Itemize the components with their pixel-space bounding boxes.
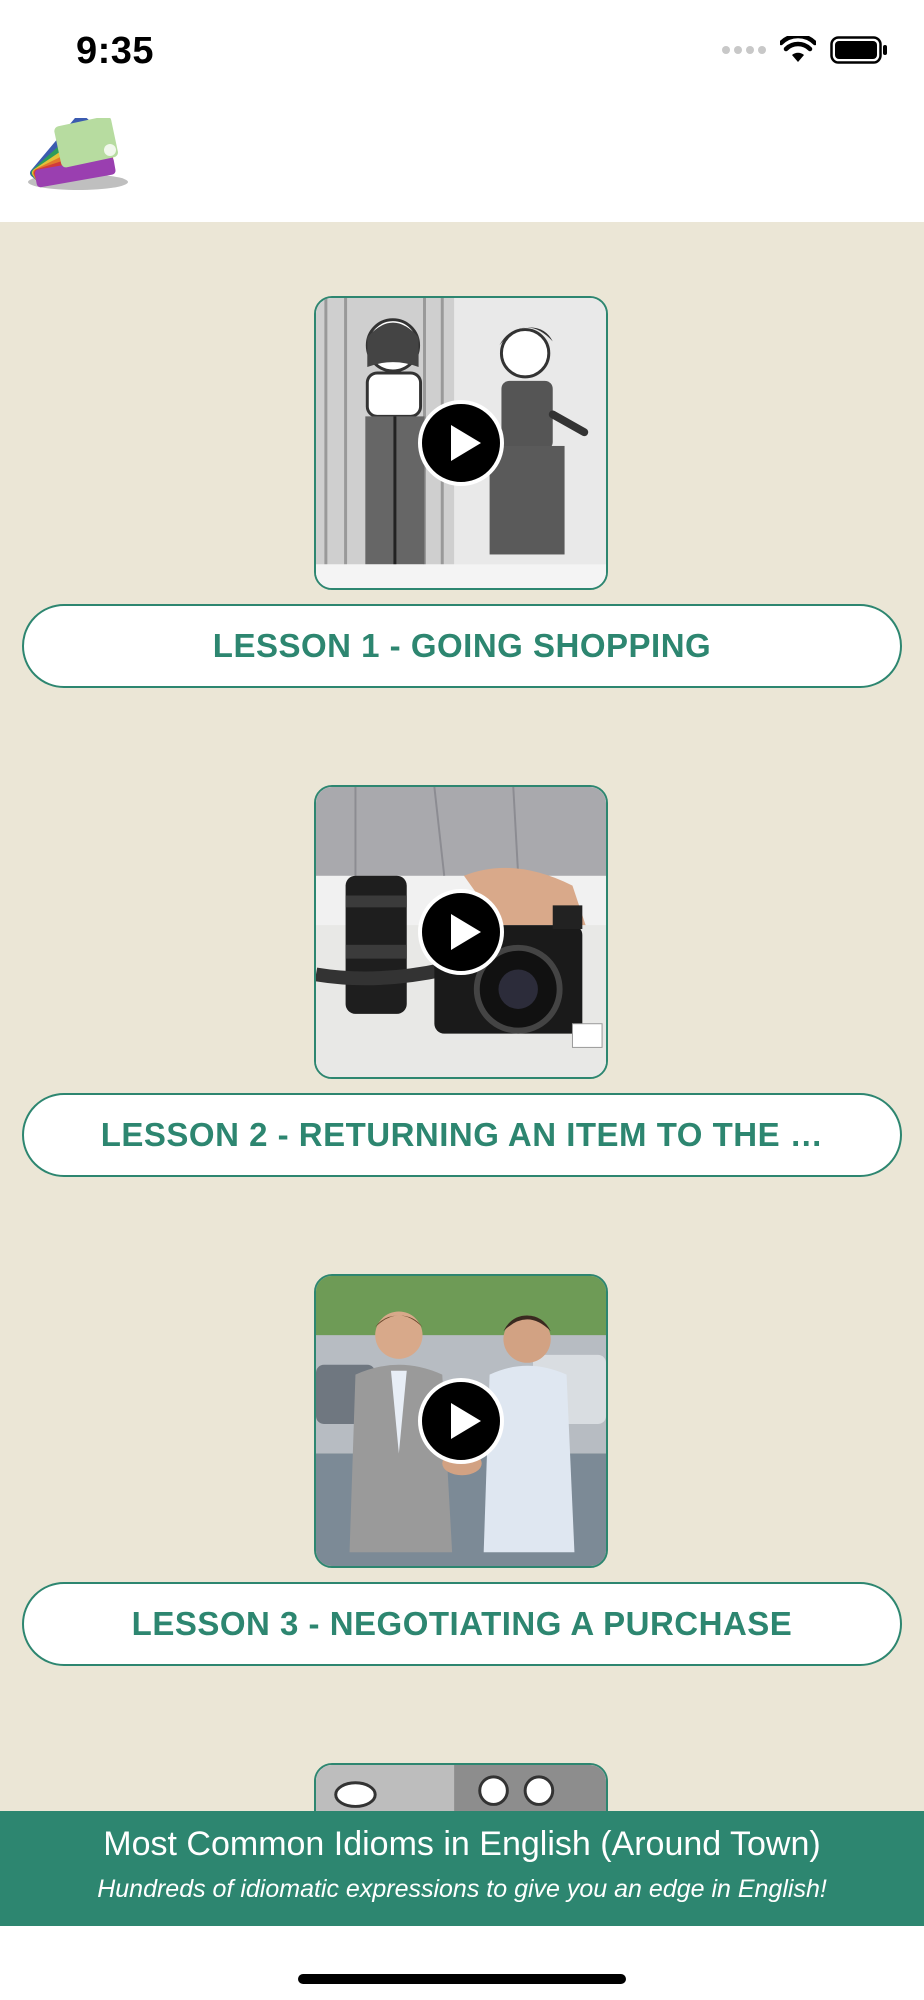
lesson-button[interactable]: LESSON 1 - GOING SHOPPING <box>22 604 902 688</box>
play-icon[interactable] <box>417 1377 505 1465</box>
lesson-list[interactable]: LESSON 1 - GOING SHOPPING LESSON 2 - RET… <box>0 222 924 1812</box>
banner-subtitle: Hundreds of idiomatic expressions to giv… <box>97 1875 827 1903</box>
lesson-thumbnail[interactable] <box>314 1274 608 1568</box>
battery-icon <box>830 36 887 64</box>
play-icon[interactable] <box>417 888 505 976</box>
lesson-thumbnail[interactable] <box>314 1763 608 1812</box>
wifi-icon <box>780 36 816 62</box>
status-time: 9:35 <box>76 30 155 72</box>
lesson-button[interactable]: LESSON 2 - RETURNING AN ITEM TO THE … <box>22 1093 902 1177</box>
status-icons <box>722 36 888 64</box>
app-header <box>0 110 924 222</box>
home-area <box>0 1926 924 2000</box>
play-icon[interactable] <box>417 399 505 487</box>
lesson-thumbnail[interactable] <box>314 785 608 1079</box>
lesson-button[interactable]: LESSON 3 - NEGOTIATING A PURCHASE <box>22 1582 902 1666</box>
home-indicator[interactable] <box>298 1974 626 1984</box>
cartoon-image <box>316 1765 606 1812</box>
lesson-thumbnail[interactable] <box>314 296 608 590</box>
status-bar: 9:35 <box>0 0 924 110</box>
banner-title: Most Common Idioms in English (Around To… <box>103 1825 821 1863</box>
cellular-dots-icon <box>722 46 766 54</box>
app-banner: Most Common Idioms in English (Around To… <box>0 1811 924 1926</box>
app-logo-icon[interactable] <box>22 118 134 200</box>
